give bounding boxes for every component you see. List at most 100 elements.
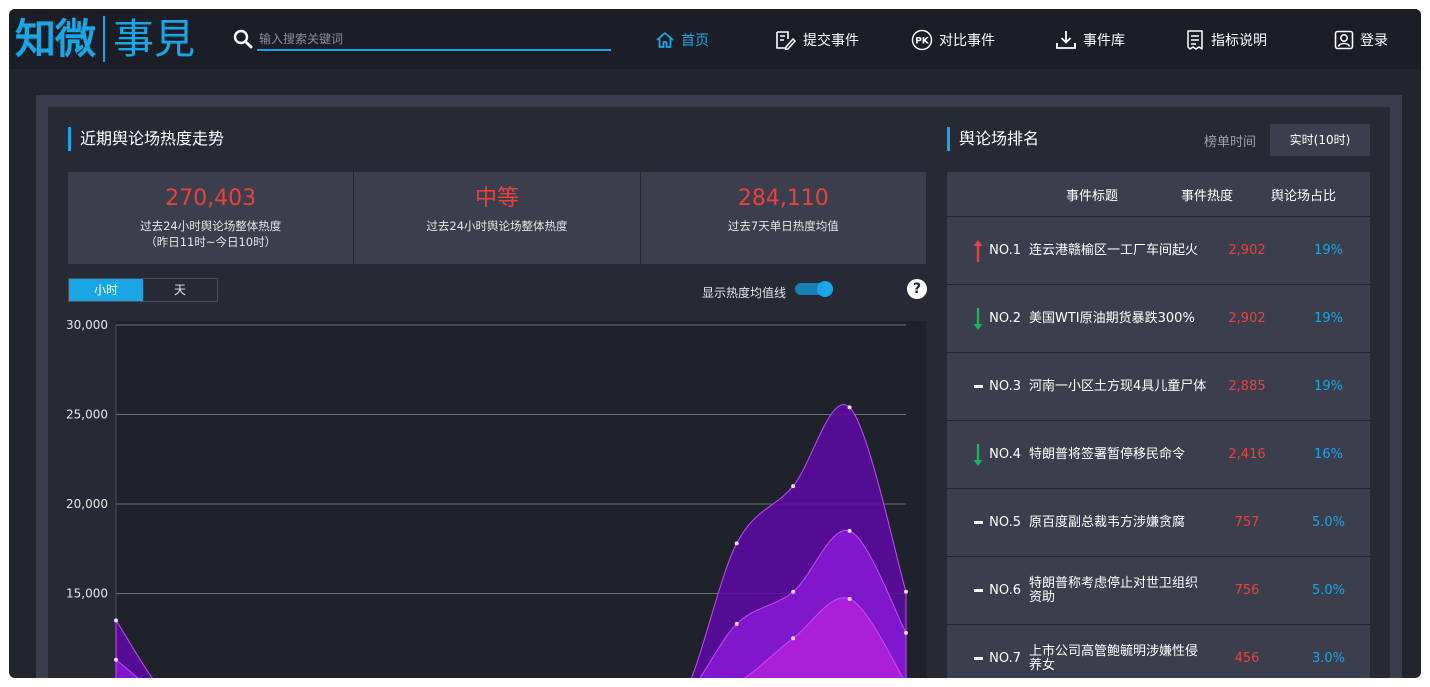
rank-cell: NO.4 [947,443,1027,467]
help-icon[interactable]: ? [907,279,927,299]
stat-label: 过去24小时舆论场整体热度 [426,219,568,233]
toggle-knob [817,281,833,297]
header-share: 舆论场占比 [1270,188,1336,204]
rank-cell: NO.7 [947,651,1027,666]
event-heat: 456 [1234,651,1260,666]
trend-flat-icon [974,521,984,524]
rank-label: NO.7 [989,651,1021,666]
event-heat: 2,902 [1228,311,1266,326]
trend-down-icon [973,443,983,467]
trend-flat-icon [974,657,984,660]
tab-hour[interactable]: 小时 [69,279,143,301]
avg-line-label: 显示热度均值线 [702,286,787,300]
y-tick-label: 15,000 [66,587,108,601]
y-tick-label: 30,000 [66,318,108,332]
rank-label: NO.3 [989,379,1021,394]
trend-flat-icon [974,589,984,592]
rank-cell: NO.1 [947,239,1027,263]
table-row[interactable]: NO.2 美国WTI原油期货暴跌300% 2,902 19% [947,285,1370,353]
event-heat: 756 [1234,583,1260,598]
logo-text-secondary: 事見 [113,14,195,63]
rank-cell: NO.6 [947,583,1027,598]
submit-icon [776,31,797,50]
stat-label: 过去7天单日热度均值 [727,219,839,233]
chart-y-ticks: 30,000 25,000 20,000 15,000 [66,318,108,601]
ranking-title: 舆论场排名 [947,127,1039,151]
event-title[interactable]: 连云港赣榆区一工厂车间起火 [1027,243,1207,258]
event-heat: 2,416 [1228,447,1266,462]
rank-label: NO.6 [989,583,1021,598]
rank-label: NO.5 [989,515,1021,530]
heat-trend-chart: 30,000 25,000 20,000 15,000 [66,318,926,678]
nav-home-label: 首页 [681,33,709,49]
nav-compare-event[interactable]: PK 对比事件 [911,29,995,51]
stat-24h-level: 中等 过去24小时舆论场整体热度 [353,172,639,264]
trend-title: 近期舆论场热度走势 [68,127,224,151]
search-input[interactable] [257,29,611,51]
event-title[interactable]: 河南一小区土方现4具儿童尸体 [1027,379,1207,394]
logo-divider [103,16,105,62]
event-heat: 2,902 [1228,243,1266,258]
event-share: 19% [1314,379,1343,394]
rank-cell: NO.3 [947,379,1027,394]
data-point [114,657,118,662]
event-title[interactable]: 美国WTI原油期货暴跌300% [1027,311,1207,326]
rank-cell: NO.5 [947,515,1027,530]
stat-sublabel: （昨日11时~今日10时） [145,235,277,249]
stat-value: 270,403 [165,186,257,211]
avg-line-toggle[interactable] [795,281,833,297]
stat-7day-avg: 284,110 过去7天单日热度均值 [639,172,926,264]
event-title[interactable]: 特朗普称考虑停止对世卫组织资助 [1027,576,1207,605]
data-point [847,528,852,533]
stat-value: 中等 [474,186,519,211]
nav-submit-event[interactable]: 提交事件 [775,29,859,51]
data-point [114,618,118,623]
nav-event-library-label: 事件库 [1083,33,1125,49]
y-tick-label: 25,000 [66,408,108,422]
header-heat: 事件热度 [1180,188,1233,204]
nav-home[interactable]: 首页 [655,29,709,51]
data-point [791,589,796,594]
svg-text:PK: PK [915,37,930,47]
pk-icon: PK [911,29,933,51]
event-share: 5.0% [1311,583,1346,598]
download-icon [1056,31,1076,49]
event-heat: 757 [1234,515,1260,530]
nav-indicator-desc-label: 指标说明 [1211,33,1267,49]
user-icon [1334,30,1354,50]
stat-value: 284,110 [737,186,829,211]
search-bar [233,29,611,51]
stat-label: 过去24小时舆论场整体热度 [140,219,282,233]
content-panel: 近期舆论场热度走势 270,403 过去24小时舆论场整体热度 （昨日11时~今… [36,95,1402,678]
table-row[interactable]: NO.7 上市公司高管鲍毓明涉嫌性侵养女 456 3.0% [947,625,1370,678]
event-share: 3.0% [1311,651,1346,666]
event-title[interactable]: 特朗普将签署暂停移民命令 [1027,447,1207,462]
app-window: 知微 事見 首页 提交事件 PK 对比事件 事件库 指标说明 [9,9,1421,678]
nav-submit-event-label: 提交事件 [803,33,859,49]
table-row[interactable]: NO.1 连云港赣榆区一工厂车间起火 2,902 19% [947,217,1370,285]
ranking-time-select[interactable]: 实时(10时) [1270,124,1370,156]
data-point [904,630,908,635]
nav-indicator-desc[interactable]: 指标说明 [1185,29,1267,51]
search-icon[interactable] [233,29,253,49]
table-row[interactable]: NO.6 特朗普称考虑停止对世卫组织资助 756 5.0% [947,557,1370,625]
tab-day[interactable]: 天 [143,279,217,301]
table-row[interactable]: NO.4 特朗普将签署暂停移民命令 2,416 16% [947,421,1370,489]
table-row[interactable]: NO.3 河南一小区土方现4具儿童尸体 2,885 19% [947,353,1370,421]
data-point [734,541,739,546]
event-title[interactable]: 上市公司高管鲍毓明涉嫌性侵养女 [1027,644,1207,673]
table-row[interactable]: NO.5 原百度副总裁韦方涉嫌贪腐 757 5.0% [947,489,1370,557]
content-inner: 近期舆论场热度走势 270,403 过去24小时舆论场整体热度 （昨日11时~今… [48,107,1390,678]
event-title[interactable]: 原百度副总裁韦方涉嫌贪腐 [1027,515,1207,530]
trend-up-icon [973,239,983,263]
logo[interactable]: 知微 事見 [15,13,195,65]
data-point [734,621,739,626]
nav-login[interactable]: 登录 [1334,29,1388,51]
granularity-switch: 小时 天 [68,278,218,302]
nav-event-library[interactable]: 事件库 [1055,29,1125,51]
trend-down-icon [973,307,983,331]
data-point [847,596,852,601]
header-title: 事件标题 [1065,188,1118,204]
event-share: 19% [1314,243,1343,258]
rank-label: NO.1 [989,243,1021,258]
